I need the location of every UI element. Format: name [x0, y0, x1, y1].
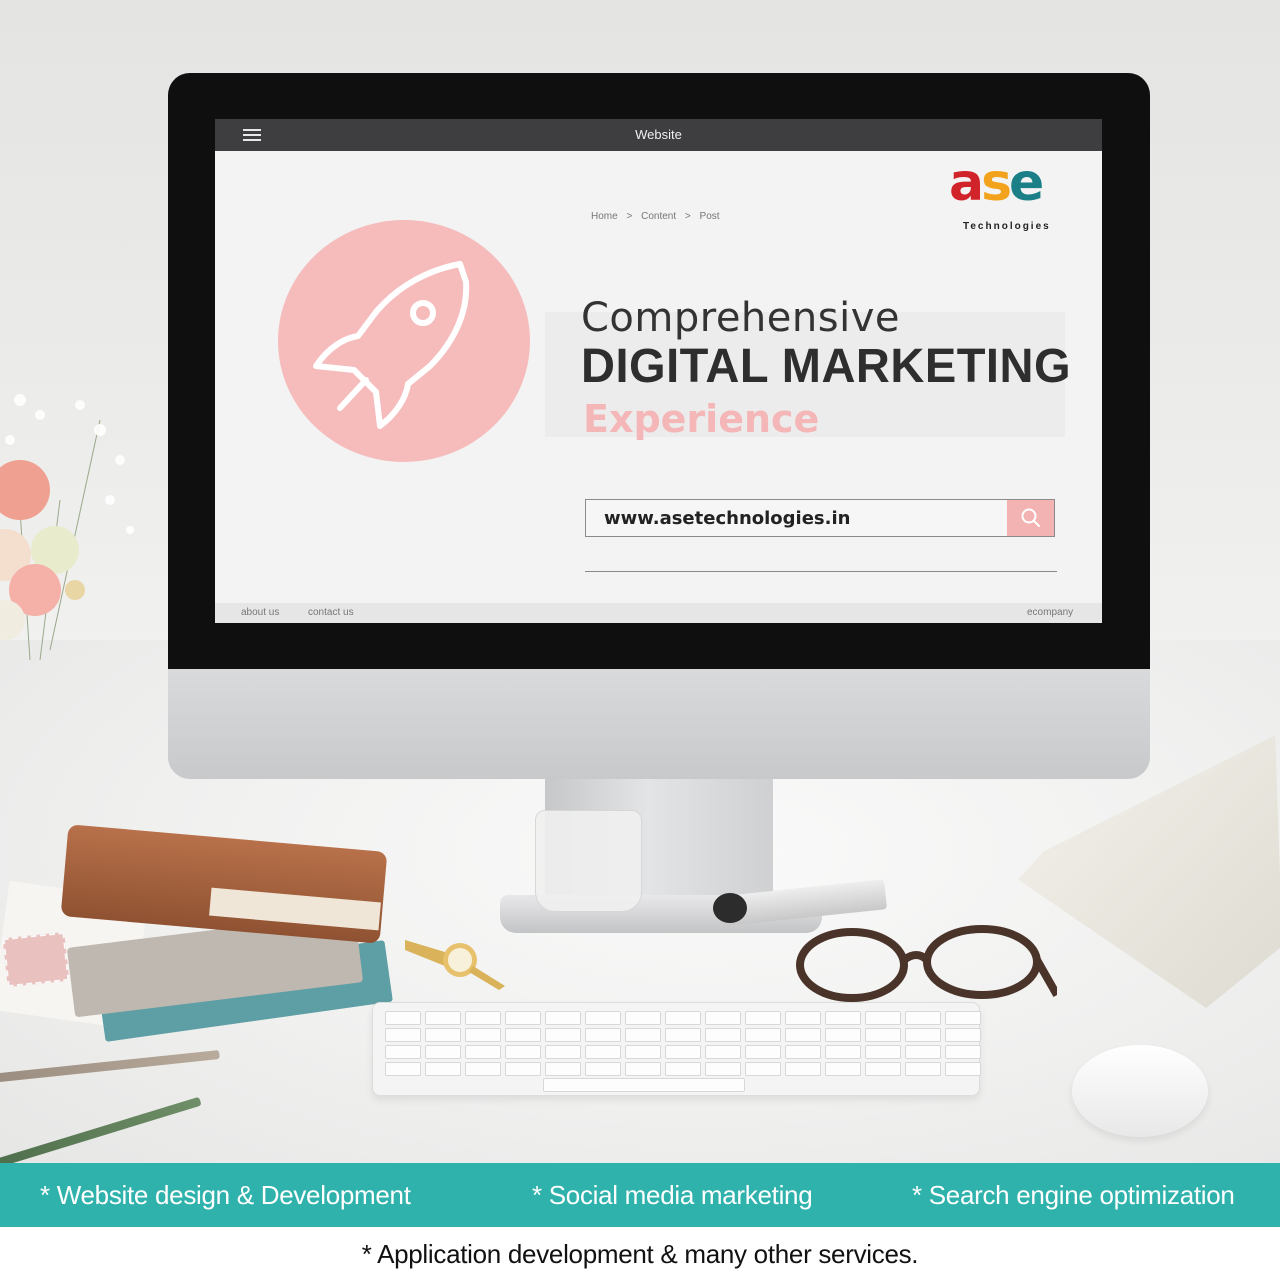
headline-line-1: Comprehensive	[581, 295, 900, 341]
rocket-icon	[313, 261, 470, 429]
glass-cup	[535, 810, 642, 912]
keyboard	[372, 1002, 981, 1096]
search-button[interactable]	[1007, 500, 1054, 536]
breadcrumb-post[interactable]: Post	[700, 211, 720, 222]
footer-link-contact[interactable]: contact us	[308, 607, 354, 618]
logo-subtitle: Technologies	[963, 221, 1051, 232]
browser-title: Website	[635, 127, 682, 142]
breadcrumb-separator: >	[684, 211, 691, 222]
tube-cap	[713, 893, 747, 923]
monitor-chin	[168, 669, 1150, 779]
wristwatch	[405, 940, 505, 990]
breadcrumb-separator: >	[626, 211, 633, 222]
rocket-badge	[278, 220, 530, 462]
mouse	[1072, 1045, 1208, 1137]
postage-stamp	[2, 931, 70, 988]
ase-logo[interactable]: ase Technologies	[947, 157, 1077, 237]
footer-link-about[interactable]: about us	[241, 607, 279, 618]
service-social-media: * Social media marketing	[532, 1180, 813, 1210]
logo-wordmark: ase	[949, 157, 1044, 209]
website-screen: Website Home > Content > Post ase Techno…	[215, 119, 1102, 623]
footer-company: ecompany	[1027, 607, 1074, 618]
breadcrumb: Home > Content > Post	[591, 211, 726, 222]
search-bar	[585, 499, 1055, 537]
screen-footer: about us contact us ecompany	[215, 603, 1102, 623]
divider-line	[585, 571, 1057, 572]
breadcrumb-content[interactable]: Content	[641, 211, 676, 222]
headline-line-2: DIGITAL MARKETING	[581, 340, 1072, 393]
search-icon	[1021, 508, 1040, 527]
flowers-decoration	[0, 394, 134, 661]
service-seo: * Search engine optimization	[912, 1180, 1235, 1210]
headline-line-3: Experience	[583, 397, 820, 441]
eyeglasses	[796, 925, 1057, 1002]
service-web-design: * Website design & Development	[40, 1180, 411, 1210]
search-input[interactable]	[586, 500, 1004, 536]
browser-title-bar: Website	[215, 119, 1102, 151]
breadcrumb-home[interactable]: Home	[591, 211, 618, 222]
service-more: * Application development & many other s…	[361, 1239, 919, 1269]
logo-letter-e: e	[1009, 153, 1044, 213]
logo-letter-s: s	[981, 153, 1012, 213]
logo-letter-a: a	[949, 153, 984, 213]
